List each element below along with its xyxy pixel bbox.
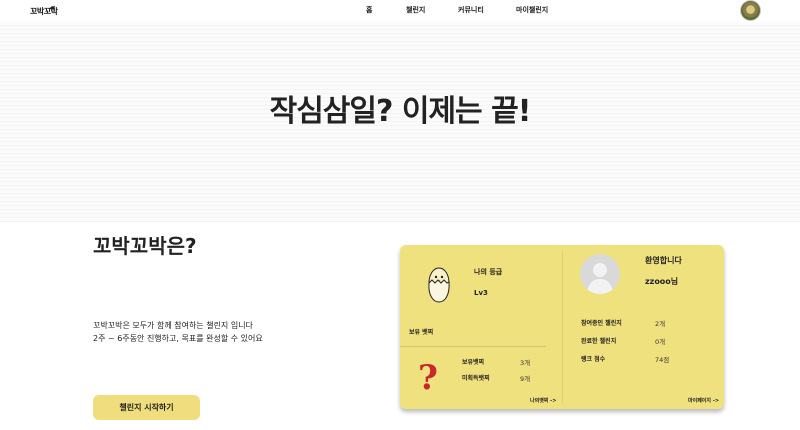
stat-value: 0개 (655, 338, 666, 346)
about-title: 꼬박꼬박은? (93, 234, 197, 258)
start-challenge-button[interactable]: 챌린지 시작하기 (93, 395, 200, 420)
profile-card: 나의 등급 Lv3 보유 뱃찌 ? 보유뱃찌 3개 미획득뱃찌 9개 나의뱃찌 … (400, 245, 724, 409)
grade-value: Lv3 (474, 289, 488, 297)
nav-item-community[interactable]: 커뮤니티 (458, 5, 484, 15)
stat-label: 참여중인 챌린지 (581, 320, 622, 327)
owned-badges-value: 3개 (520, 359, 531, 367)
main-nav: 홈 챌린지 커뮤니티 마이챌린지 (0, 5, 800, 17)
grade-label: 나의 등급 (474, 268, 503, 276)
about-description: 꼬박꼬박은 모두가 함께 참여하는 챌린지 입니다 2주 ~ 6주동안 진행하고… (93, 319, 263, 345)
welcome-text: 환영합니다 (645, 256, 682, 265)
egg-chick-icon (428, 267, 450, 303)
default-profile-icon (580, 254, 620, 294)
nav-item-home[interactable]: 홈 (366, 5, 372, 15)
nav-item-my-challenge[interactable]: 마이챌린지 (516, 5, 548, 15)
about-desc-line-2: 2주 ~ 6주동안 진행하고, 목표를 완성할 수 있어요 (93, 334, 263, 343)
about-desc-line-1: 꼬박꼬박은 모두가 함께 참여하는 챌린지 입니다 (93, 321, 253, 330)
question-mark-icon: ? (418, 358, 438, 398)
hero-title: 작심삼일? 이제는 끝! (269, 94, 532, 129)
stat-label: 랭크 점수 (581, 356, 606, 363)
user-avatar[interactable] (740, 0, 761, 21)
mypage-link[interactable]: 마이페이지 -> (688, 397, 719, 404)
username: zzooo님 (645, 277, 679, 286)
badge-section-title: 보유 뱃찌 (409, 329, 434, 336)
stat-value: 2개 (655, 320, 666, 328)
my-badges-link[interactable]: 나의뱃찌 -> (530, 397, 556, 404)
stat-value: 74점 (655, 356, 670, 364)
unowned-badges-label: 미획득뱃찌 (462, 375, 490, 382)
stat-label: 완료한 챌린지 (581, 338, 617, 345)
card-divider (562, 251, 563, 403)
owned-badges-label: 보유뱃찌 (462, 359, 485, 366)
nav-item-challenge[interactable]: 챌린지 (406, 5, 425, 15)
unowned-badges-value: 9개 (520, 375, 531, 383)
badge-divider (400, 346, 546, 347)
